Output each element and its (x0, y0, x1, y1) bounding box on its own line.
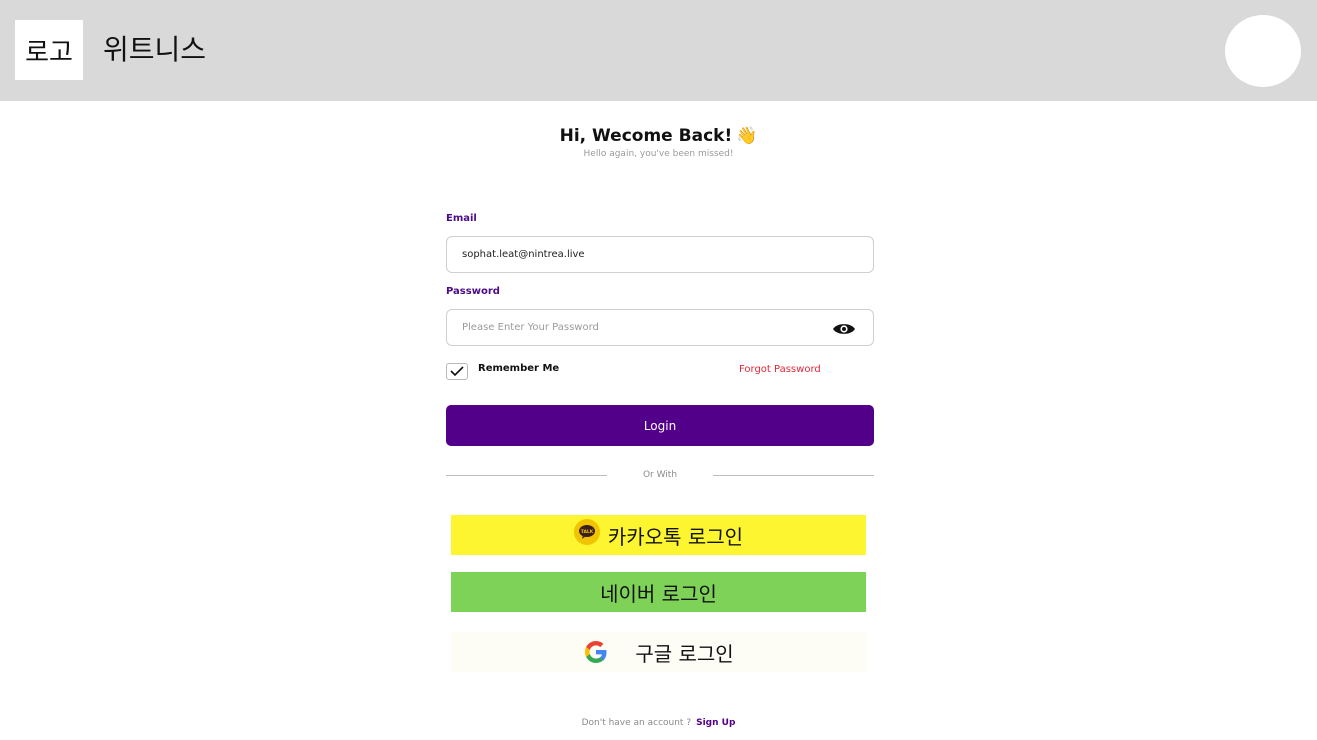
svg-text:TALK: TALK (581, 529, 594, 535)
naver-login-button[interactable]: 네이버 로그인 (451, 572, 866, 612)
signup-question: Don't have an account ? (581, 718, 692, 728)
login-button-label: Login (643, 418, 677, 433)
email-field-container (446, 236, 874, 273)
password-label: Password (446, 286, 500, 297)
signup-link[interactable]: Sign Up (696, 718, 735, 728)
page-subtitle: Hello again, you've been missed! (583, 149, 734, 159)
email-field[interactable] (462, 245, 822, 263)
page-title-text: Hi, Wecome Back! (559, 126, 733, 146)
google-g-icon (585, 641, 607, 663)
checkmark-icon (450, 366, 464, 377)
divider-right (713, 475, 874, 476)
password-field-container (446, 309, 874, 346)
email-label: Email (446, 213, 477, 224)
divider-label: Or With (642, 470, 678, 480)
wave-emoji-icon: 👋 (736, 126, 758, 146)
kakao-login-label: 카카오톡 로그인 (607, 524, 744, 549)
kakao-login-button[interactable]: TALK 카카오톡 로그인 (451, 515, 866, 555)
forgot-password-link[interactable]: Forgot Password (739, 364, 821, 375)
logo-label: 로고 (25, 37, 73, 68)
app-header: 로고 위트니스 (0, 0, 1317, 101)
page-title: Hi, Wecome Back! 👋 (0, 124, 1317, 148)
google-login-label: 구글 로그인 (635, 641, 734, 666)
google-login-button[interactable]: 구글 로그인 (451, 632, 866, 672)
password-field[interactable] (462, 318, 822, 336)
brand-name: 위트니스 (103, 33, 207, 66)
divider-left (446, 475, 607, 476)
greeting: Hi, Wecome Back! 👋 Hello again, you've be… (0, 124, 1317, 160)
logo[interactable]: 로고 (15, 20, 83, 80)
eye-icon[interactable] (832, 321, 856, 335)
remember-me-checkbox[interactable] (446, 363, 468, 380)
naver-login-label: 네이버 로그인 (600, 581, 717, 606)
avatar[interactable] (1225, 15, 1301, 87)
login-button[interactable]: Login (446, 405, 874, 446)
signup-row: Don't have an account ? Sign Up (0, 718, 1317, 728)
kakao-talk-icon: TALK (573, 519, 600, 545)
remember-me-label: Remember Me (478, 363, 560, 374)
